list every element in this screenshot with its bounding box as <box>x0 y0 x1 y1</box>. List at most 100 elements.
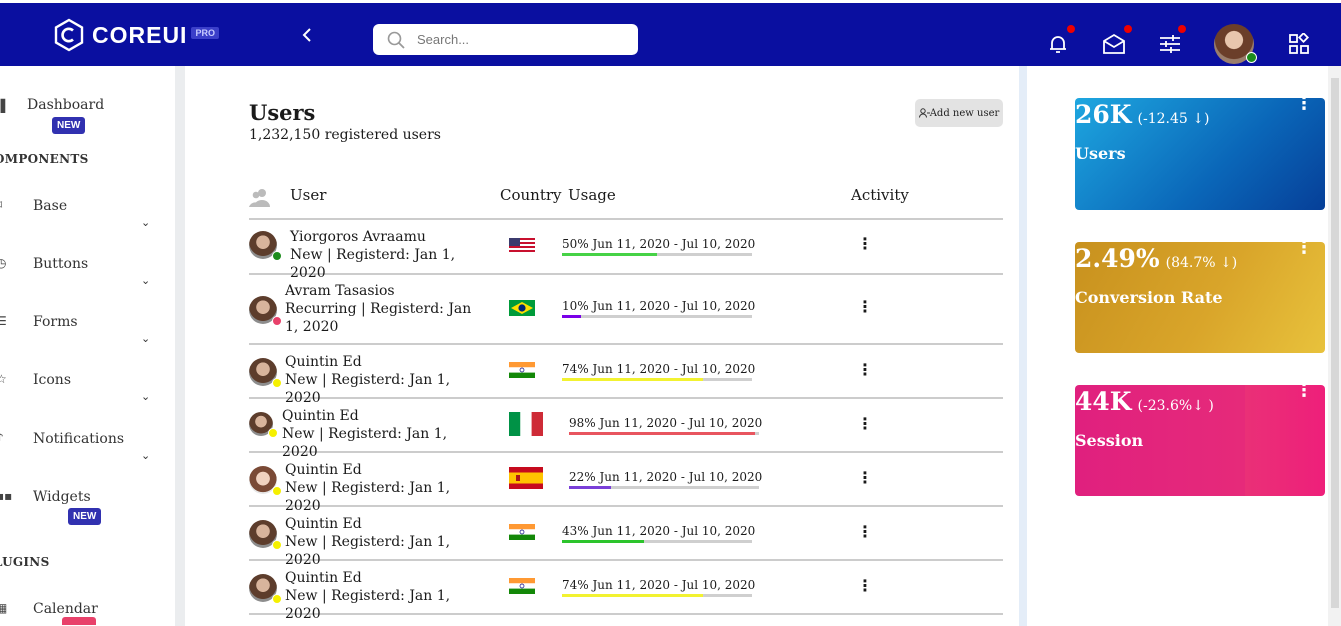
new-badge: NEW <box>52 117 86 134</box>
widget-change: (-23.6%↓ ) <box>1137 398 1214 414</box>
table-row[interactable]: Quintin Ed New | Registerd: Jan 1, 2020 … <box>249 345 1003 406</box>
user-avatar[interactable] <box>1214 24 1257 64</box>
usage-progress <box>569 432 759 435</box>
envelope-icon <box>1103 33 1125 54</box>
row-actions-menu[interactable]: ⋮ <box>857 468 873 487</box>
row-actions-menu[interactable]: ⋮ <box>857 414 873 433</box>
usage-progress-fill <box>562 253 657 256</box>
usage-progress-fill <box>562 378 703 381</box>
brand-name: COREUI <box>92 21 188 48</box>
flag-in-icon <box>509 578 535 594</box>
add-user-button[interactable]: Add new user <box>915 99 1003 127</box>
sidebar-toggle-button[interactable] <box>300 25 314 49</box>
row-actions-menu[interactable]: ⋮ <box>857 360 873 379</box>
column-header-user[interactable]: User <box>290 186 326 204</box>
user-meta: New | Registerd: Jan 1, 2020 <box>285 588 451 622</box>
notification-dot <box>1124 25 1132 33</box>
table-row[interactable]: Avram Tasasios Recurring | Registerd: Ja… <box>249 275 1003 345</box>
widget-value: 26K (-12.45 ↓) <box>1075 100 1210 129</box>
user-name: Quintin Ed <box>285 462 362 478</box>
usage-text: 10% Jun 11, 2020 - Jul 10, 2020 <box>562 299 756 313</box>
user-name: Quintin Ed <box>285 354 362 370</box>
bell-icon <box>1050 36 1066 53</box>
flag-br-icon <box>509 300 535 316</box>
table-row[interactable]: Quintin Ed New | Registerd: Jan 1, 2020 … <box>249 453 1003 514</box>
settings-button[interactable] <box>1158 25 1186 57</box>
widget-session[interactable]: 44K (-23.6%↓ ) Session ⋮ <box>1075 385 1325 496</box>
search-box[interactable] <box>373 24 638 55</box>
column-header-usage[interactable]: Usage <box>568 186 616 204</box>
user-avatar <box>249 520 282 550</box>
brand-pro-badge: PRO <box>191 27 219 39</box>
table-row[interactable]: Quintin Ed New | Registerd: Jan 1, 2020 … <box>249 561 1003 622</box>
row-actions-menu[interactable]: ⋮ <box>857 522 873 541</box>
widget-conversion-rate[interactable]: 2.49% (84.7% ↓) Conversion Rate ⋮ <box>1075 242 1325 353</box>
usage-text: 98% Jun 11, 2020 - Jul 10, 2020 <box>569 416 763 430</box>
search-icon <box>387 31 405 49</box>
column-header-country[interactable]: Country <box>500 186 562 204</box>
table-row[interactable]: Yiorgoros Avraamu New | Registerd: Jan 1… <box>249 220 1003 281</box>
user-name: Quintin Ed <box>285 570 362 586</box>
messages-button[interactable] <box>1102 25 1132 57</box>
coreui-logo-icon <box>54 18 84 52</box>
status-dot <box>272 378 282 388</box>
page-title: Users <box>249 100 316 125</box>
usage-progress-fill <box>569 432 756 435</box>
grid-icon: ▪▪ <box>0 489 13 503</box>
row-actions-menu[interactable]: ⋮ <box>857 576 873 595</box>
calendar-badge <box>62 617 96 625</box>
status-dot <box>272 540 282 550</box>
add-user-label: Add new user <box>929 107 1000 119</box>
widget-label: Conversion Rate <box>1075 288 1223 307</box>
chart-icon: ▐ <box>0 99 6 113</box>
apps-button[interactable] <box>1288 31 1312 57</box>
sidebar-item-label: Widgets <box>33 489 91 505</box>
user-avatar <box>249 412 278 438</box>
users-card: Users 1,232,150 registered users Add new… <box>185 66 1019 626</box>
notifications-button[interactable] <box>1047 25 1075 57</box>
widget-change: (84.7% ↓) <box>1165 255 1238 271</box>
status-dot <box>272 316 282 326</box>
sidebar-item-label: Calendar <box>33 601 98 617</box>
chevron-down-icon: ⌄ <box>141 274 151 287</box>
bell-icon: ♪ <box>0 431 4 445</box>
usage-progress <box>569 486 759 489</box>
top-navbar: COREUI PRO <box>0 0 1341 66</box>
usage-progress <box>562 378 752 381</box>
widget-menu[interactable]: ⋮ <box>1295 385 1313 400</box>
widgets-panel: 26K (-12.45 ↓) Users ⋮ 2.49% (84.7% ↓) Con… <box>1027 66 1341 626</box>
flag-in-icon <box>509 362 535 378</box>
row-actions-menu[interactable]: ⋮ <box>857 234 873 253</box>
usage-text: 74% Jun 11, 2020 - Jul 10, 2020 <box>562 362 756 376</box>
chevron-down-icon: ⌄ <box>141 332 151 345</box>
user-name: Avram Tasasios <box>285 283 395 299</box>
scrollbar-thumb[interactable] <box>1331 78 1339 608</box>
usage-progress-fill <box>562 315 581 318</box>
notification-dot <box>1067 25 1075 33</box>
usage-text: 22% Jun 11, 2020 - Jul 10, 2020 <box>569 470 763 484</box>
row-actions-menu[interactable]: ⋮ <box>857 297 873 316</box>
chevron-left-icon <box>302 28 311 42</box>
sidebar: ▐ Dashboard NEW OMPONENTS ⌑ Base ⌄ ◷ But… <box>0 66 175 626</box>
brand-logo[interactable]: COREUI PRO <box>52 18 219 52</box>
chevron-down-icon: ⌄ <box>141 390 151 403</box>
widget-menu[interactable]: ⋮ <box>1295 242 1313 257</box>
table-row[interactable]: Quintin Ed New | Registerd: Jan 1, 2020 … <box>249 507 1003 568</box>
usage-progress <box>562 594 752 597</box>
cursor-icon: ◷ <box>0 256 7 270</box>
star-icon: ☆ <box>0 372 7 386</box>
user-avatar <box>249 231 282 261</box>
usage-text: 50% Jun 11, 2020 - Jul 10, 2020 <box>562 237 756 251</box>
widget-users[interactable]: 26K (-12.45 ↓) Users ⋮ <box>1075 98 1325 210</box>
chevron-down-icon: ⌄ <box>141 449 151 462</box>
column-header-activity[interactable]: Activity <box>851 186 909 204</box>
flag-in-icon <box>509 524 535 540</box>
table-row[interactable]: Quintin Ed New | Registerd: Jan 1, 2020 … <box>249 399 1003 460</box>
widget-menu[interactable]: ⋮ <box>1295 98 1313 113</box>
usage-progress <box>562 540 752 543</box>
user-avatar <box>249 296 282 326</box>
usage-progress-fill <box>562 540 644 543</box>
user-avatar <box>249 574 282 604</box>
search-input[interactable] <box>417 32 617 47</box>
add-user-icon <box>918 108 930 118</box>
